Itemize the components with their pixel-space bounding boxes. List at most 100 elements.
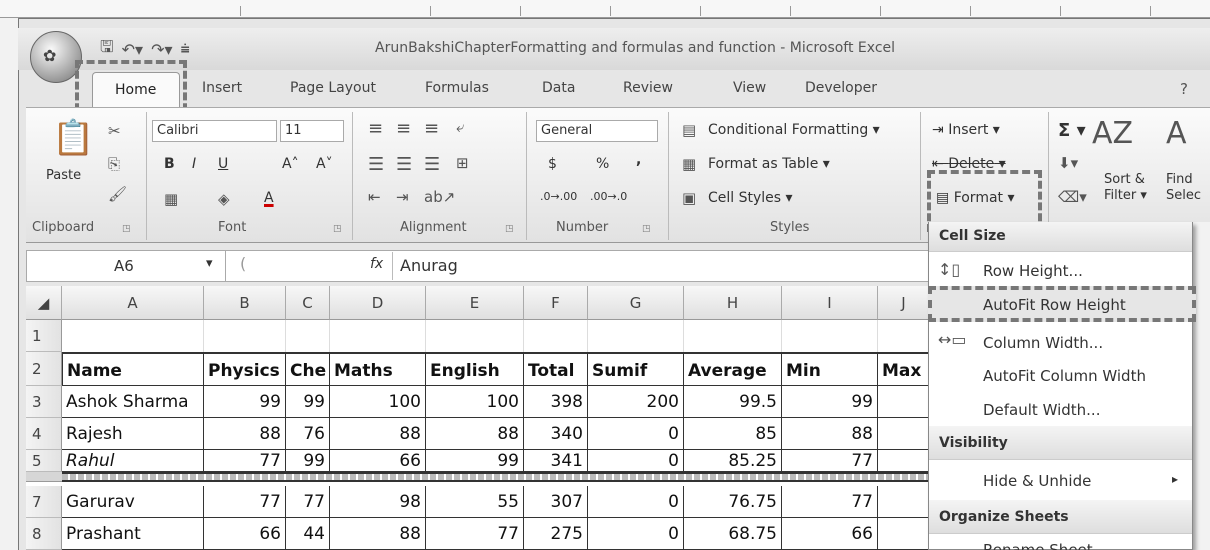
- cell-c8[interactable]: 44: [286, 518, 330, 550]
- cell-h1[interactable]: [684, 320, 782, 352]
- cell-g8[interactable]: 0: [588, 518, 684, 550]
- paste-icon[interactable]: 📋: [52, 118, 94, 158]
- formula-input[interactable]: Anurag: [400, 256, 458, 275]
- cell-f2[interactable]: Total: [524, 352, 588, 386]
- cell-i5[interactable]: 77: [782, 450, 878, 472]
- cell-i7[interactable]: 77: [782, 486, 878, 518]
- merge-center-icon[interactable]: ⊞: [456, 154, 469, 172]
- cell-c7[interactable]: 77: [286, 486, 330, 518]
- cell-d3[interactable]: 100: [330, 386, 426, 418]
- cell-i1[interactable]: [782, 320, 878, 352]
- cell-e2[interactable]: English: [426, 352, 524, 386]
- name-box[interactable]: A6 ▾: [26, 250, 226, 282]
- find-label[interactable]: Find: [1166, 172, 1193, 187]
- cell-g2[interactable]: Sumif: [588, 352, 684, 386]
- tab-data[interactable]: Data: [542, 80, 575, 96]
- cell-j5[interactable]: [878, 450, 930, 472]
- cell-e8[interactable]: 77: [426, 518, 524, 550]
- row-header-2[interactable]: 2: [26, 352, 62, 386]
- cell-j2[interactable]: Max: [878, 352, 930, 386]
- font-launcher-icon[interactable]: ◳: [333, 224, 342, 234]
- cell-j3[interactable]: [878, 386, 930, 418]
- cell-b7[interactable]: 77: [204, 486, 286, 518]
- copy-icon[interactable]: ⎘: [108, 155, 120, 173]
- menu-item-autofit-row-height[interactable]: AutoFit Row Height: [983, 296, 1126, 314]
- cell-e1[interactable]: [426, 320, 524, 352]
- align-bottom-icon[interactable]: ≡: [424, 118, 439, 139]
- tab-review[interactable]: Review: [623, 80, 673, 96]
- cell-d1[interactable]: [330, 320, 426, 352]
- col-header-b[interactable]: B: [204, 286, 286, 320]
- decrease-indent-icon[interactable]: ⇤: [368, 188, 381, 206]
- collapsed-row-6[interactable]: [62, 472, 930, 482]
- col-header-j[interactable]: J: [878, 286, 930, 320]
- customize-qat-icon[interactable]: ⩧: [181, 39, 190, 59]
- cell-g5[interactable]: 0: [588, 450, 684, 472]
- menu-item-hide-unhide[interactable]: Hide & Unhide: [983, 472, 1091, 490]
- fx-icon[interactable]: fx: [370, 256, 383, 272]
- wrap-text-icon[interactable]: ⤶: [456, 118, 464, 136]
- cell-g1[interactable]: [588, 320, 684, 352]
- tab-formulas[interactable]: Formulas: [425, 80, 489, 96]
- cell-g7[interactable]: 0: [588, 486, 684, 518]
- cell-c1[interactable]: [286, 320, 330, 352]
- cell-d2[interactable]: Maths: [330, 352, 426, 386]
- font-size-select[interactable]: 11: [280, 120, 344, 142]
- row-header-4[interactable]: 4: [26, 418, 62, 450]
- cell-a5[interactable]: Rahul: [62, 450, 204, 472]
- cell-b8[interactable]: 66: [204, 518, 286, 550]
- col-header-e[interactable]: E: [426, 286, 524, 320]
- row-header-7[interactable]: 7: [26, 486, 62, 518]
- row-header-8[interactable]: 8: [26, 518, 62, 550]
- col-header-g[interactable]: G: [588, 286, 684, 320]
- cell-a1[interactable]: [62, 320, 204, 352]
- row-header-6[interactable]: [26, 472, 62, 482]
- paste-button[interactable]: Paste: [46, 168, 81, 183]
- comma-button[interactable]: ,: [636, 152, 641, 168]
- align-center-icon[interactable]: ☰: [396, 154, 412, 175]
- orientation-icon[interactable]: ab↗: [424, 188, 455, 206]
- cell-g3[interactable]: 200: [588, 386, 684, 418]
- col-header-c[interactable]: C: [286, 286, 330, 320]
- cell-f8[interactable]: 275: [524, 518, 588, 550]
- align-middle-icon[interactable]: ≡: [396, 118, 411, 139]
- row-header-1[interactable]: 1: [26, 320, 62, 352]
- cell-c3[interactable]: 99: [286, 386, 330, 418]
- cell-j4[interactable]: [878, 418, 930, 450]
- cell-d4[interactable]: 88: [330, 418, 426, 450]
- cell-styles-button[interactable]: Cell Styles ▾: [708, 190, 793, 206]
- row-header-3[interactable]: 3: [26, 386, 62, 418]
- menu-item-autofit-column-width[interactable]: AutoFit Column Width: [983, 367, 1146, 385]
- increase-decimal-button[interactable]: .0→.00: [540, 190, 577, 203]
- col-header-d[interactable]: D: [330, 286, 426, 320]
- font-name-select[interactable]: Calibri: [152, 120, 277, 142]
- grow-font-button[interactable]: A˄: [282, 156, 299, 172]
- autosum-button[interactable]: Σ ▾: [1058, 120, 1086, 141]
- menu-item-row-height[interactable]: Row Height...: [983, 262, 1083, 280]
- col-header-h[interactable]: H: [684, 286, 782, 320]
- cell-c4[interactable]: 76: [286, 418, 330, 450]
- menu-item-default-width[interactable]: Default Width...: [983, 401, 1100, 419]
- currency-button[interactable]: $: [548, 156, 557, 172]
- cell-i3[interactable]: 99: [782, 386, 878, 418]
- cell-a2[interactable]: Name: [62, 352, 204, 386]
- name-box-dropdown-icon[interactable]: ▾: [206, 256, 213, 271]
- save-icon[interactable]: 🖫: [100, 36, 114, 63]
- borders-icon[interactable]: ▦: [164, 190, 178, 208]
- cell-d8[interactable]: 88: [330, 518, 426, 550]
- cell-i4[interactable]: 88: [782, 418, 878, 450]
- undo-icon[interactable]: ↶▾: [122, 40, 143, 59]
- cell-b3[interactable]: 99: [204, 386, 286, 418]
- cell-e5[interactable]: 99: [426, 450, 524, 472]
- cell-a4[interactable]: Rajesh: [62, 418, 204, 450]
- help-icon[interactable]: ?: [1180, 80, 1188, 98]
- cell-h2[interactable]: Average: [684, 352, 782, 386]
- cell-h4[interactable]: 85: [684, 418, 782, 450]
- cell-a8[interactable]: Prashant: [62, 518, 204, 550]
- cell-b1[interactable]: [204, 320, 286, 352]
- sort-label[interactable]: Sort &: [1104, 172, 1145, 187]
- cell-b2[interactable]: Physics: [204, 352, 286, 386]
- shrink-font-button[interactable]: A˅: [316, 156, 333, 172]
- font-color-button[interactable]: A: [264, 190, 274, 206]
- cell-f7[interactable]: 307: [524, 486, 588, 518]
